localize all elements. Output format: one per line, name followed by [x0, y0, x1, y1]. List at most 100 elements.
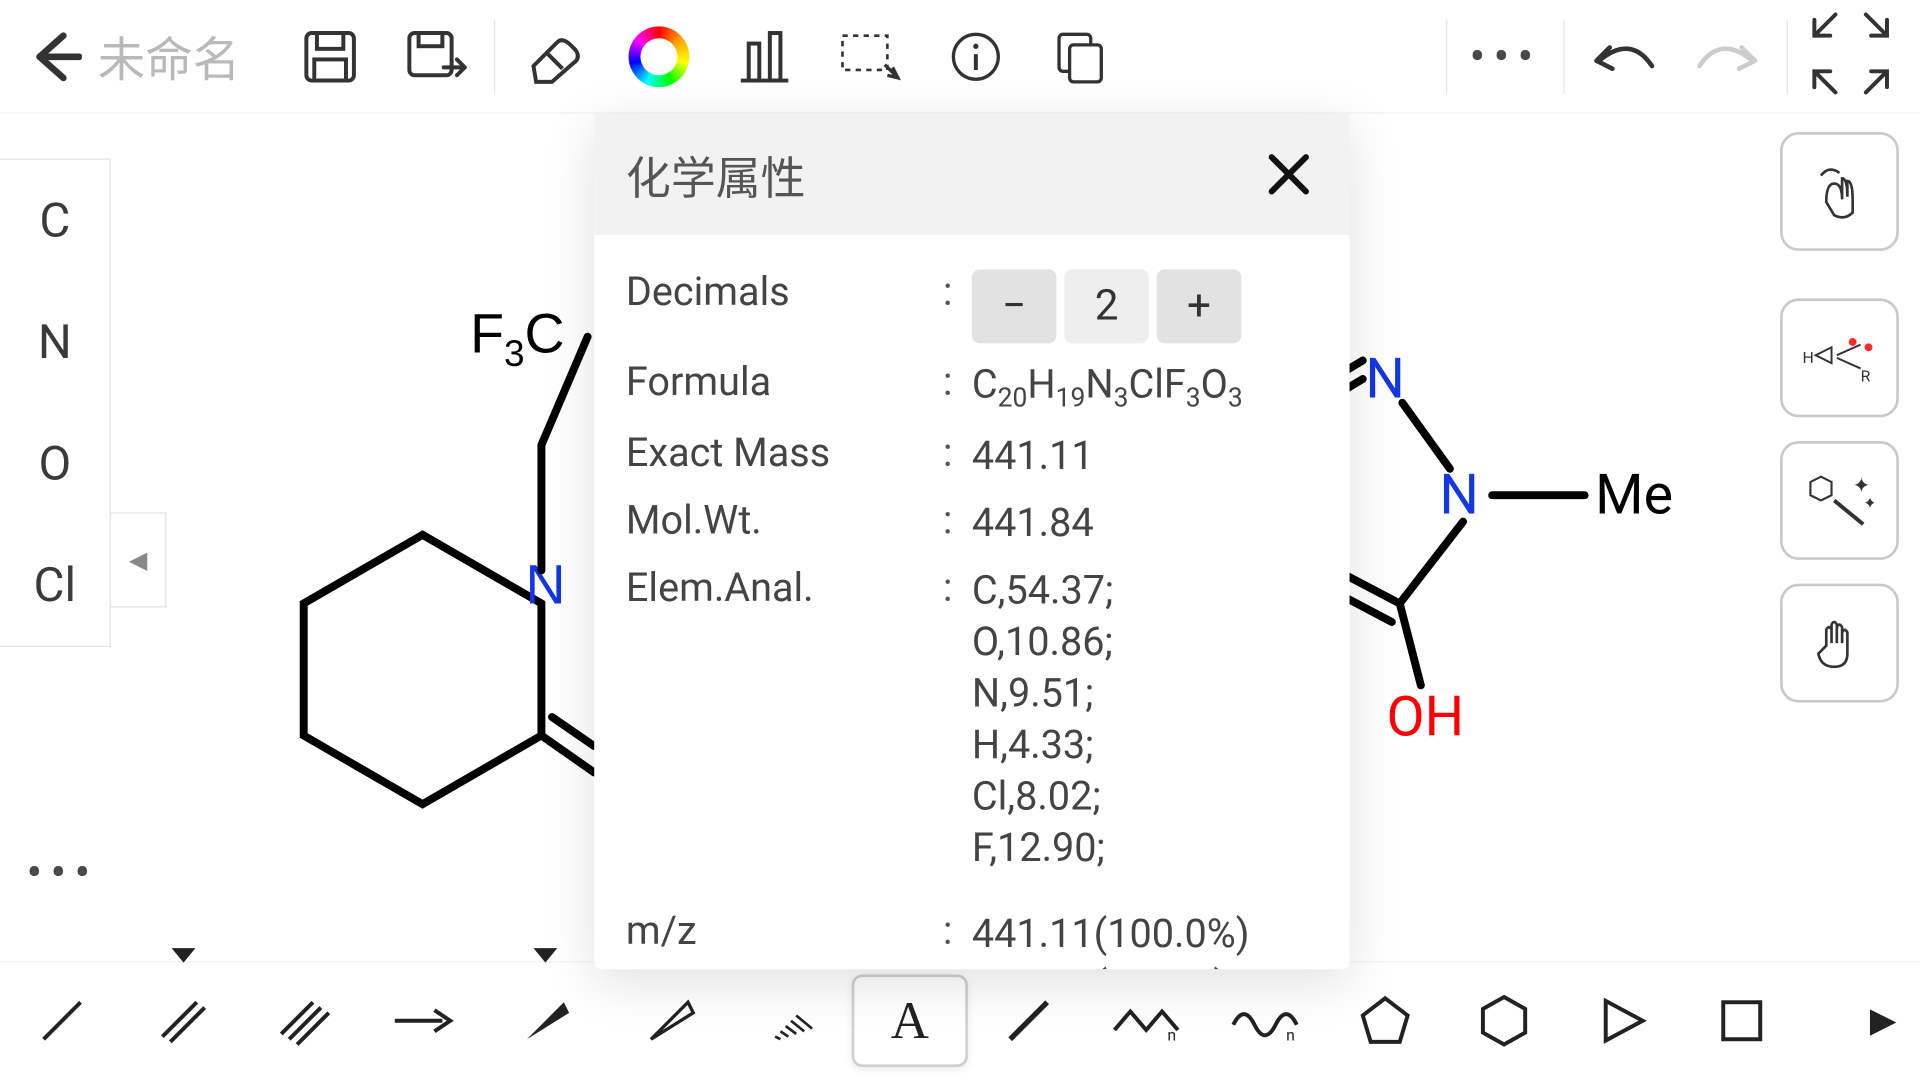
- hash-wedge-icon: [765, 994, 818, 1047]
- chain-tool[interactable]: n: [1089, 974, 1205, 1066]
- wedge-icon: [519, 994, 572, 1047]
- toolbar-separator: [1563, 19, 1564, 93]
- more-button[interactable]: •••: [1453, 17, 1559, 96]
- hexagon-icon: [1476, 992, 1531, 1047]
- reaction-icon: H R: [1802, 329, 1876, 387]
- arrow-left-icon: [29, 30, 82, 83]
- panel-close-button[interactable]: [1260, 145, 1318, 203]
- line-tool[interactable]: [971, 974, 1087, 1066]
- svg-text:H: H: [1802, 348, 1813, 367]
- element-picker-collapse[interactable]: ◀: [111, 512, 166, 607]
- svg-text:F3C: F3C: [470, 303, 564, 374]
- magic-wand-icon: ✦✦: [1805, 471, 1874, 529]
- element-nitrogen[interactable]: N: [0, 281, 110, 402]
- svg-text:N: N: [526, 553, 566, 615]
- decimals-decrement[interactable]: −: [972, 269, 1057, 343]
- line-icon: [1002, 994, 1055, 1047]
- wedge-bond-tool[interactable]: [487, 974, 603, 1066]
- info-icon: [949, 30, 1002, 83]
- row-decimals: Decimals : − 2 +: [626, 269, 1318, 343]
- double-bond-icon: [157, 994, 210, 1047]
- element-picker: C N O Cl: [0, 158, 111, 647]
- save-icon: [301, 27, 359, 85]
- hash-bond-tool[interactable]: [733, 974, 849, 1066]
- save-button[interactable]: [277, 17, 383, 96]
- row-elem-anal: Elem.Anal. : C,54.37;O,10.86;N,9.51;H,4.…: [626, 565, 1318, 874]
- close-icon: [1266, 152, 1311, 197]
- reaction-template-button[interactable]: H R: [1780, 298, 1899, 417]
- eraser-button[interactable]: [500, 17, 606, 96]
- lasso-icon: [837, 27, 903, 85]
- lasso-select-button[interactable]: [817, 17, 923, 96]
- copy-button[interactable]: [1029, 17, 1135, 96]
- svg-text:N: N: [1439, 463, 1479, 528]
- color-picker-button[interactable]: [606, 17, 712, 96]
- exact-mass-value: 441.11: [972, 430, 1318, 481]
- hexagon-tool[interactable]: [1446, 974, 1562, 1066]
- element-carbon[interactable]: C: [0, 160, 110, 281]
- eraser-icon: [523, 26, 584, 87]
- document-title[interactable]: 未命名: [98, 22, 241, 91]
- hollow-wedge-tool[interactable]: [611, 974, 727, 1066]
- decimals-stepper: − 2 +: [972, 269, 1318, 343]
- fullscreen-button[interactable]: [1809, 11, 1899, 101]
- toolbar-separator: [494, 19, 495, 93]
- svg-text:Me: Me: [1595, 463, 1673, 528]
- svg-text:✦: ✦: [1863, 493, 1874, 512]
- mol-wt-value: 441.84: [972, 498, 1318, 549]
- formula-value: C20H19N3ClF3O3: [972, 359, 1318, 414]
- save-as-button[interactable]: [383, 17, 489, 96]
- pentagon-tool[interactable]: [1327, 974, 1443, 1066]
- toolbar-separator: [1787, 19, 1788, 93]
- corner-tr-icon: [1863, 11, 1892, 40]
- arrow-icon: [392, 1004, 455, 1036]
- pan-tool-button[interactable]: [1780, 584, 1899, 703]
- row-mz: m/z : 441.11(100.0%)443.10(35.1%): [626, 909, 1318, 970]
- back-button[interactable]: [21, 22, 90, 91]
- triple-bond-icon: [279, 994, 332, 1047]
- square-tool[interactable]: [1684, 974, 1800, 1066]
- elem-anal-label: Elem.Anal.: [626, 565, 943, 611]
- elem-anal-value: C,54.37;O,10.86;N,9.51;H,4.33;Cl,8.02;F,…: [972, 565, 1318, 874]
- chain-icon: n: [1112, 1000, 1183, 1040]
- double-bond-tool[interactable]: [125, 974, 241, 1066]
- color-ring-icon: [629, 26, 690, 87]
- exact-mass-label: Exact Mass: [626, 430, 943, 476]
- element-oxygen[interactable]: O: [0, 403, 110, 524]
- square-icon: [1717, 995, 1767, 1045]
- copy-icon: [1054, 28, 1109, 83]
- panel-title: 化学属性: [626, 142, 1260, 207]
- gesture-icon: [1808, 160, 1871, 223]
- undo-button[interactable]: [1570, 17, 1676, 96]
- text-tool[interactable]: A: [852, 974, 968, 1066]
- decimals-increment[interactable]: +: [1157, 269, 1242, 343]
- hollow-wedge-icon: [643, 994, 696, 1047]
- info-button[interactable]: [923, 17, 1029, 96]
- mol-wt-label: Mol.Wt.: [626, 498, 943, 544]
- row-mol-wt: Mol.Wt. : 441.84: [626, 498, 1318, 549]
- corner-br-icon: [1863, 65, 1892, 94]
- formula-label: Formula: [626, 359, 943, 405]
- decimals-label: Decimals: [626, 269, 943, 315]
- panel-body: Decimals : − 2 + Formula : C20H19N3ClF3O…: [594, 235, 1349, 969]
- corner-tl-icon: [1809, 11, 1838, 40]
- corner-bl-icon: [1809, 65, 1838, 94]
- triple-bond-tool[interactable]: [247, 974, 363, 1066]
- left-more-button[interactable]: •••: [26, 845, 98, 900]
- chemical-properties-panel: 化学属性 Decimals : − 2 + Formula : C20H19N3…: [594, 114, 1349, 970]
- bottom-toolbar-next[interactable]: ▶: [1849, 1000, 1918, 1040]
- redo-button[interactable]: [1676, 17, 1782, 96]
- element-chlorine[interactable]: Cl: [0, 524, 110, 645]
- align-button[interactable]: [712, 17, 818, 96]
- arrow-tool[interactable]: [366, 974, 482, 1066]
- right-tool-column: H R ✦✦: [1780, 132, 1907, 702]
- triangle-tool[interactable]: [1565, 974, 1681, 1066]
- row-formula: Formula : C20H19N3ClF3O3: [626, 359, 1318, 414]
- panel-header: 化学属性: [594, 114, 1349, 235]
- single-bond-tool[interactable]: [4, 974, 120, 1066]
- wavy-chain-tool[interactable]: n: [1208, 974, 1324, 1066]
- template-magic-button[interactable]: ✦✦: [1780, 441, 1899, 560]
- pentagon-icon: [1357, 992, 1412, 1047]
- gesture-tool-button[interactable]: [1780, 132, 1899, 251]
- wavy-chain-icon: n: [1231, 1000, 1302, 1040]
